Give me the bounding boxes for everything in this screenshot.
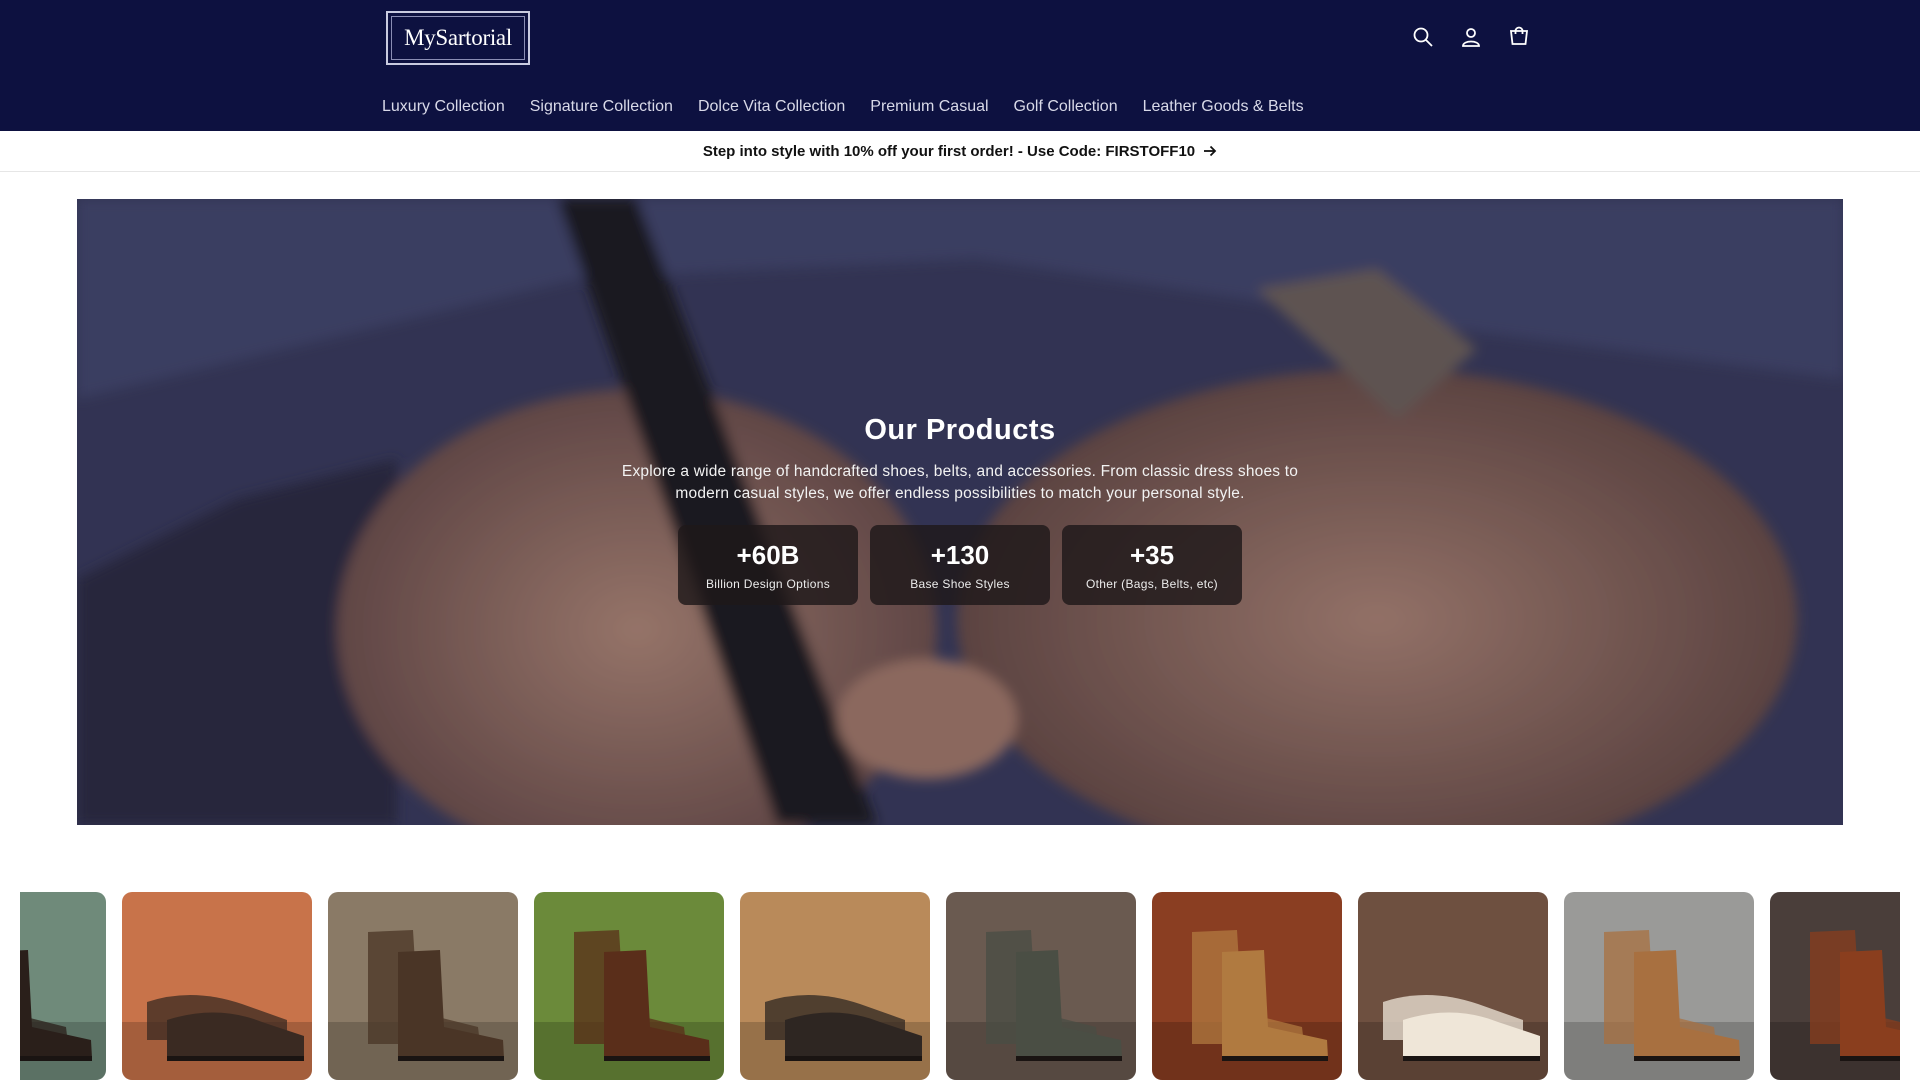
announcement-bar: Step into style with 10% off your first …: [0, 131, 1920, 172]
product-image: [1152, 892, 1342, 1080]
product-image: [122, 892, 312, 1080]
product-image: [1770, 892, 1900, 1080]
product-card-velvet-loafer[interactable]: [740, 892, 930, 1080]
product-card-patina-boot-on-leaves[interactable]: [534, 892, 724, 1080]
product-card-houndstooth-boot[interactable]: [328, 892, 518, 1080]
product-image: [946, 892, 1136, 1080]
product-image: [20, 892, 106, 1080]
product-card-tassel-loafer-sole[interactable]: [1152, 892, 1342, 1080]
product-card-cream-chelsea-boot[interactable]: [1358, 892, 1548, 1080]
stats-row: +60B Billion Design Options +130 Base Sh…: [77, 525, 1843, 605]
hero-title: Our Products: [864, 414, 1056, 446]
hero-banner: Our Products Explore a wide range of han…: [77, 199, 1843, 825]
stat-value: +35: [1129, 539, 1175, 570]
header-icons: [1410, 22, 1532, 52]
announcement-text: Step into style with 10% off your first …: [702, 142, 1196, 160]
site-header: MySartorial Luxury Collection Signature …: [0, 0, 1920, 131]
product-card-leopard-chelsea-boot[interactable]: [1564, 892, 1754, 1080]
search-icon[interactable]: [1410, 22, 1436, 52]
logo-text: MySartorial: [391, 16, 525, 60]
account-icon[interactable]: [1458, 22, 1484, 52]
stat-label: Billion Design Options: [706, 576, 830, 591]
product-image: [534, 892, 724, 1080]
nav-item-dolce-vita-collection[interactable]: Dolce Vita Collection: [698, 96, 858, 120]
stat-card-other: +35 Other (Bags, Belts, etc): [1062, 525, 1242, 605]
stat-label: Other (Bags, Belts, etc): [1086, 576, 1218, 591]
product-card-brick-wall-boot[interactable]: [122, 892, 312, 1080]
product-image: [1358, 892, 1548, 1080]
stat-label: Base Shoe Styles: [910, 576, 1010, 591]
nav-item-luxury-collection[interactable]: Luxury Collection: [382, 96, 518, 120]
logo[interactable]: MySartorial: [386, 11, 530, 65]
product-image: [1564, 892, 1754, 1080]
nav-item-premium-casual[interactable]: Premium Casual: [870, 96, 1001, 120]
stat-value: +130: [930, 539, 990, 570]
product-carousel[interactable]: [20, 892, 1900, 1080]
nav-item-leather-goods-belts[interactable]: Leather Goods & Belts: [1143, 96, 1317, 120]
stat-value: +60B: [736, 539, 800, 570]
hero-content: Our Products Explore a wide range of han…: [77, 414, 1843, 605]
main-nav: Luxury Collection Signature Collection D…: [382, 96, 1329, 120]
product-card-camo-slip-on[interactable]: [946, 892, 1136, 1080]
product-image: [740, 892, 930, 1080]
carousel-track: [20, 892, 1900, 1080]
product-card-dark-leather-boot[interactable]: [20, 892, 106, 1080]
nav-item-signature-collection[interactable]: Signature Collection: [530, 96, 686, 120]
stat-card-base-styles: +130 Base Shoe Styles: [870, 525, 1050, 605]
hero-description: Explore a wide range of handcrafted shoe…: [621, 463, 1299, 502]
product-image: [328, 892, 518, 1080]
announcement-link[interactable]: Step into style with 10% off your first …: [703, 143, 1217, 160]
nav-item-golf-collection[interactable]: Golf Collection: [1014, 96, 1131, 120]
arrow-right-icon: [1204, 145, 1217, 157]
stat-card-design-options: +60B Billion Design Options: [678, 525, 858, 605]
product-card-tan-chelsea-boot[interactable]: [1770, 892, 1900, 1080]
cart-icon[interactable]: [1506, 22, 1532, 52]
